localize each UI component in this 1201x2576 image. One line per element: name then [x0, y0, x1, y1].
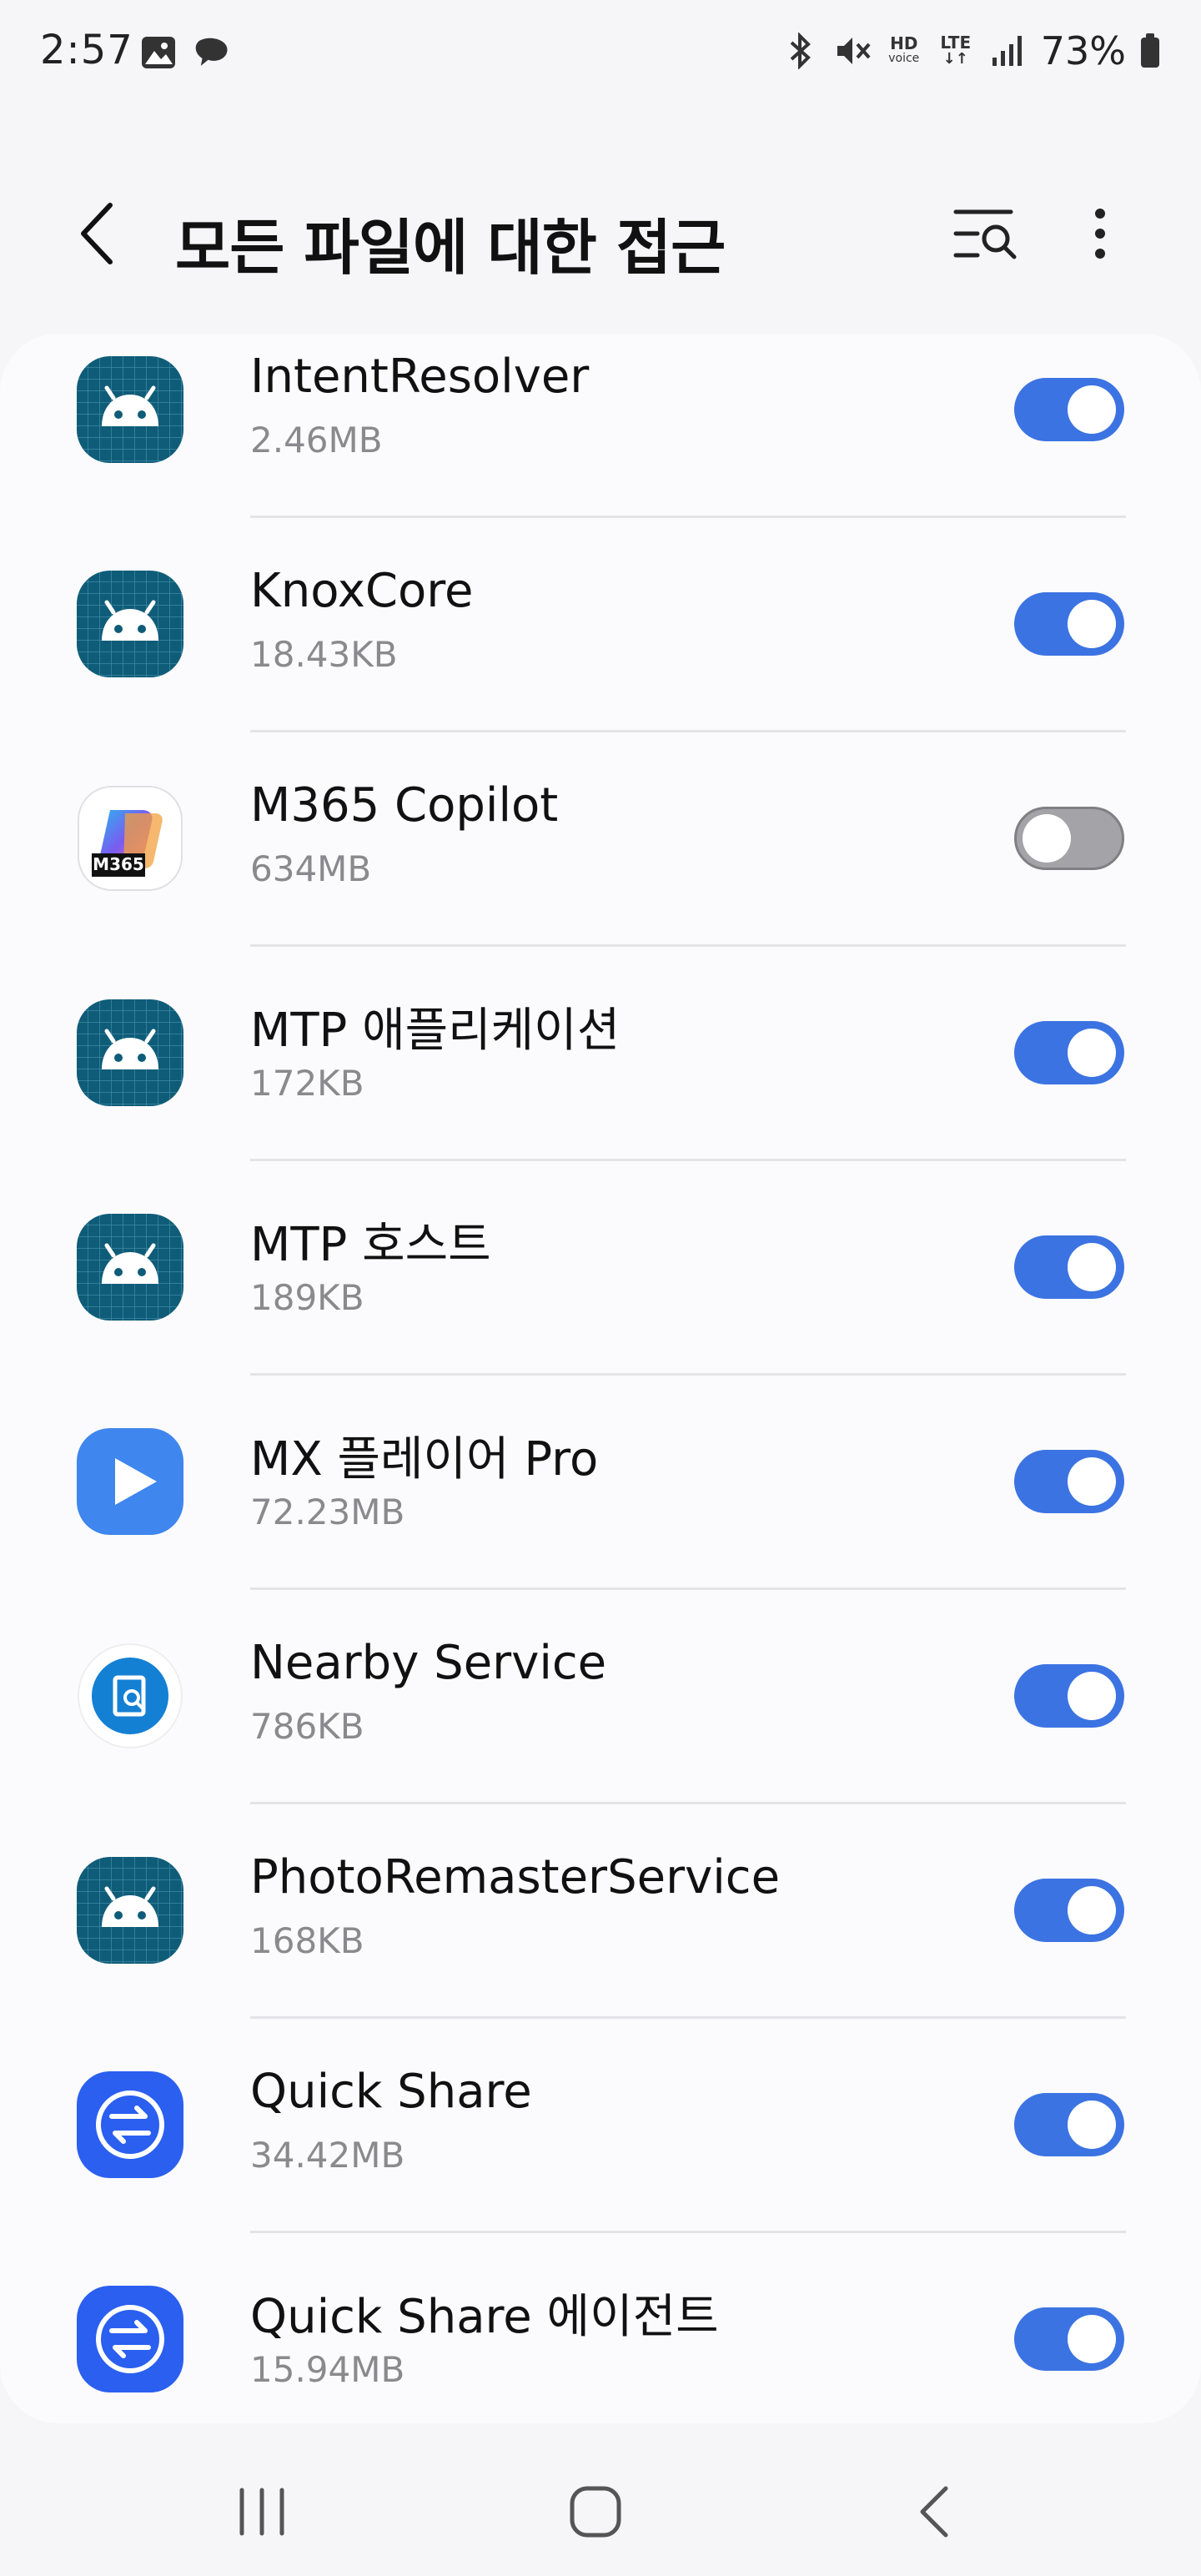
list-item[interactable]: PhotoRemasterService 168KB	[0, 1804, 1201, 2019]
toggle-knob	[1068, 1457, 1116, 1506]
toggle-knob	[1068, 2101, 1116, 2149]
list-item[interactable]: MTP 애플리케이션 172KB	[0, 946, 1201, 1161]
quick-share-icon	[77, 2071, 183, 2178]
app-name: PhotoRemasterService	[250, 1850, 781, 1904]
voice-label: voice	[888, 52, 920, 65]
toggle-knob	[1023, 814, 1071, 863]
bluetooth-icon	[782, 32, 819, 70]
mute-icon	[834, 32, 871, 70]
m365-copilot-icon: M365	[77, 785, 183, 892]
access-toggle[interactable]	[1014, 1664, 1124, 1728]
access-toggle[interactable]	[1014, 2307, 1124, 2371]
access-toggle[interactable]	[1014, 1021, 1124, 1084]
battery-percent: 73%	[1040, 28, 1126, 73]
android-icon	[77, 1857, 183, 1964]
more-vertical-icon	[1095, 209, 1105, 259]
app-name: Quick Share	[250, 2065, 532, 2119]
app-name: Nearby Service	[250, 1636, 607, 1690]
home-icon	[570, 2486, 621, 2538]
app-size: 18.43KB	[250, 634, 398, 675]
navigation-bar	[0, 2444, 1201, 2576]
access-toggle[interactable]	[1014, 592, 1124, 656]
back-button[interactable]	[67, 200, 127, 267]
app-size: 634MB	[250, 848, 372, 889]
svg-text:M365: M365	[93, 854, 144, 874]
list-item[interactable]: MX 플레이어 Pro 72.23MB	[0, 1375, 1201, 1590]
android-icon	[77, 571, 183, 677]
app-name: MTP 애플리케이션	[250, 1004, 621, 1058]
app-size: 15.94MB	[250, 2349, 405, 2390]
toggle-knob	[1068, 600, 1116, 648]
lte-label: LTE	[940, 33, 972, 53]
android-icon	[77, 1214, 183, 1321]
list-item[interactable]: Quick Share 34.42MB	[0, 2018, 1201, 2233]
toggle-knob	[1068, 385, 1116, 434]
app-name: MTP 호스트	[250, 1218, 491, 1272]
list-item[interactable]: IntentResolver 2.46MB	[0, 334, 1201, 518]
app-name: M365 Copilot	[250, 778, 559, 833]
android-icon	[77, 999, 183, 1106]
toggle-knob	[1068, 1672, 1116, 1720]
chevron-left-icon	[81, 203, 113, 264]
list-item[interactable]: M365 M365 Copilot 634MB	[0, 732, 1201, 947]
toggle-knob	[1068, 1886, 1116, 1935]
recent-apps-button[interactable]	[220, 2474, 304, 2549]
app-name: MX 플레이어 Pro	[250, 1432, 599, 1487]
nearby-service-icon	[77, 1643, 183, 1749]
signal-icon	[989, 32, 1026, 70]
access-toggle[interactable]	[1014, 1235, 1124, 1299]
list-search-icon	[953, 209, 1017, 259]
app-size: 786KB	[250, 1706, 364, 1747]
back-icon	[920, 2486, 948, 2538]
search-button[interactable]	[951, 204, 1021, 264]
battery-icon	[1141, 33, 1159, 68]
toggle-knob	[1068, 2315, 1116, 2363]
toggle-knob	[1068, 1029, 1116, 1077]
access-toggle[interactable]	[1014, 807, 1124, 870]
gallery-icon	[140, 33, 177, 72]
android-icon	[77, 356, 183, 463]
app-name: KnoxCore	[250, 564, 474, 618]
page-title: 모든 파일에 대한 접근	[175, 213, 726, 283]
app-size: 2.46MB	[250, 420, 383, 460]
nav-back-button[interactable]	[892, 2474, 976, 2549]
app-size: 168KB	[250, 1920, 364, 1961]
hd-label: HD	[890, 33, 918, 53]
recent-apps-icon	[239, 2488, 284, 2536]
hd-voice-icon: HD voice	[886, 32, 922, 70]
messenger-icon	[193, 33, 230, 72]
app-name: IntentResolver	[250, 350, 590, 404]
access-toggle[interactable]	[1014, 1450, 1124, 1513]
app-size: 189KB	[250, 1277, 364, 1318]
app-list: IntentResolver 2.46MB KnoxCore 18.43KB M365 M…	[0, 334, 1201, 2423]
app-size: 34.42MB	[250, 2135, 405, 2176]
more-options-button[interactable]	[1071, 204, 1129, 264]
list-item[interactable]: KnoxCore 18.43KB	[0, 517, 1201, 732]
status-time: 2:57	[40, 27, 133, 73]
access-toggle[interactable]	[1014, 1879, 1124, 1942]
access-toggle[interactable]	[1014, 2093, 1124, 2156]
toggle-knob	[1068, 1243, 1116, 1291]
quick-share-icon	[77, 2286, 183, 2392]
play-icon	[77, 1428, 183, 1535]
access-toggle[interactable]	[1014, 378, 1124, 441]
app-name: Quick Share 에이전트	[250, 2290, 719, 2344]
home-button[interactable]	[554, 2474, 637, 2549]
app-size: 172KB	[250, 1063, 364, 1104]
app-header: 모든 파일에 대한 접근	[0, 167, 1201, 300]
list-item[interactable]: Nearby Service 786KB	[0, 1589, 1201, 1804]
status-bar: 2:57 HD voice LTE ↓↑ 73%	[0, 0, 1201, 108]
app-size: 72.23MB	[250, 1492, 405, 1532]
list-item[interactable]: Quick Share 에이전트 15.94MB	[0, 2232, 1201, 2423]
lte-icon: LTE ↓↑	[940, 33, 972, 68]
list-item[interactable]: MTP 호스트 189KB	[0, 1160, 1201, 1376]
